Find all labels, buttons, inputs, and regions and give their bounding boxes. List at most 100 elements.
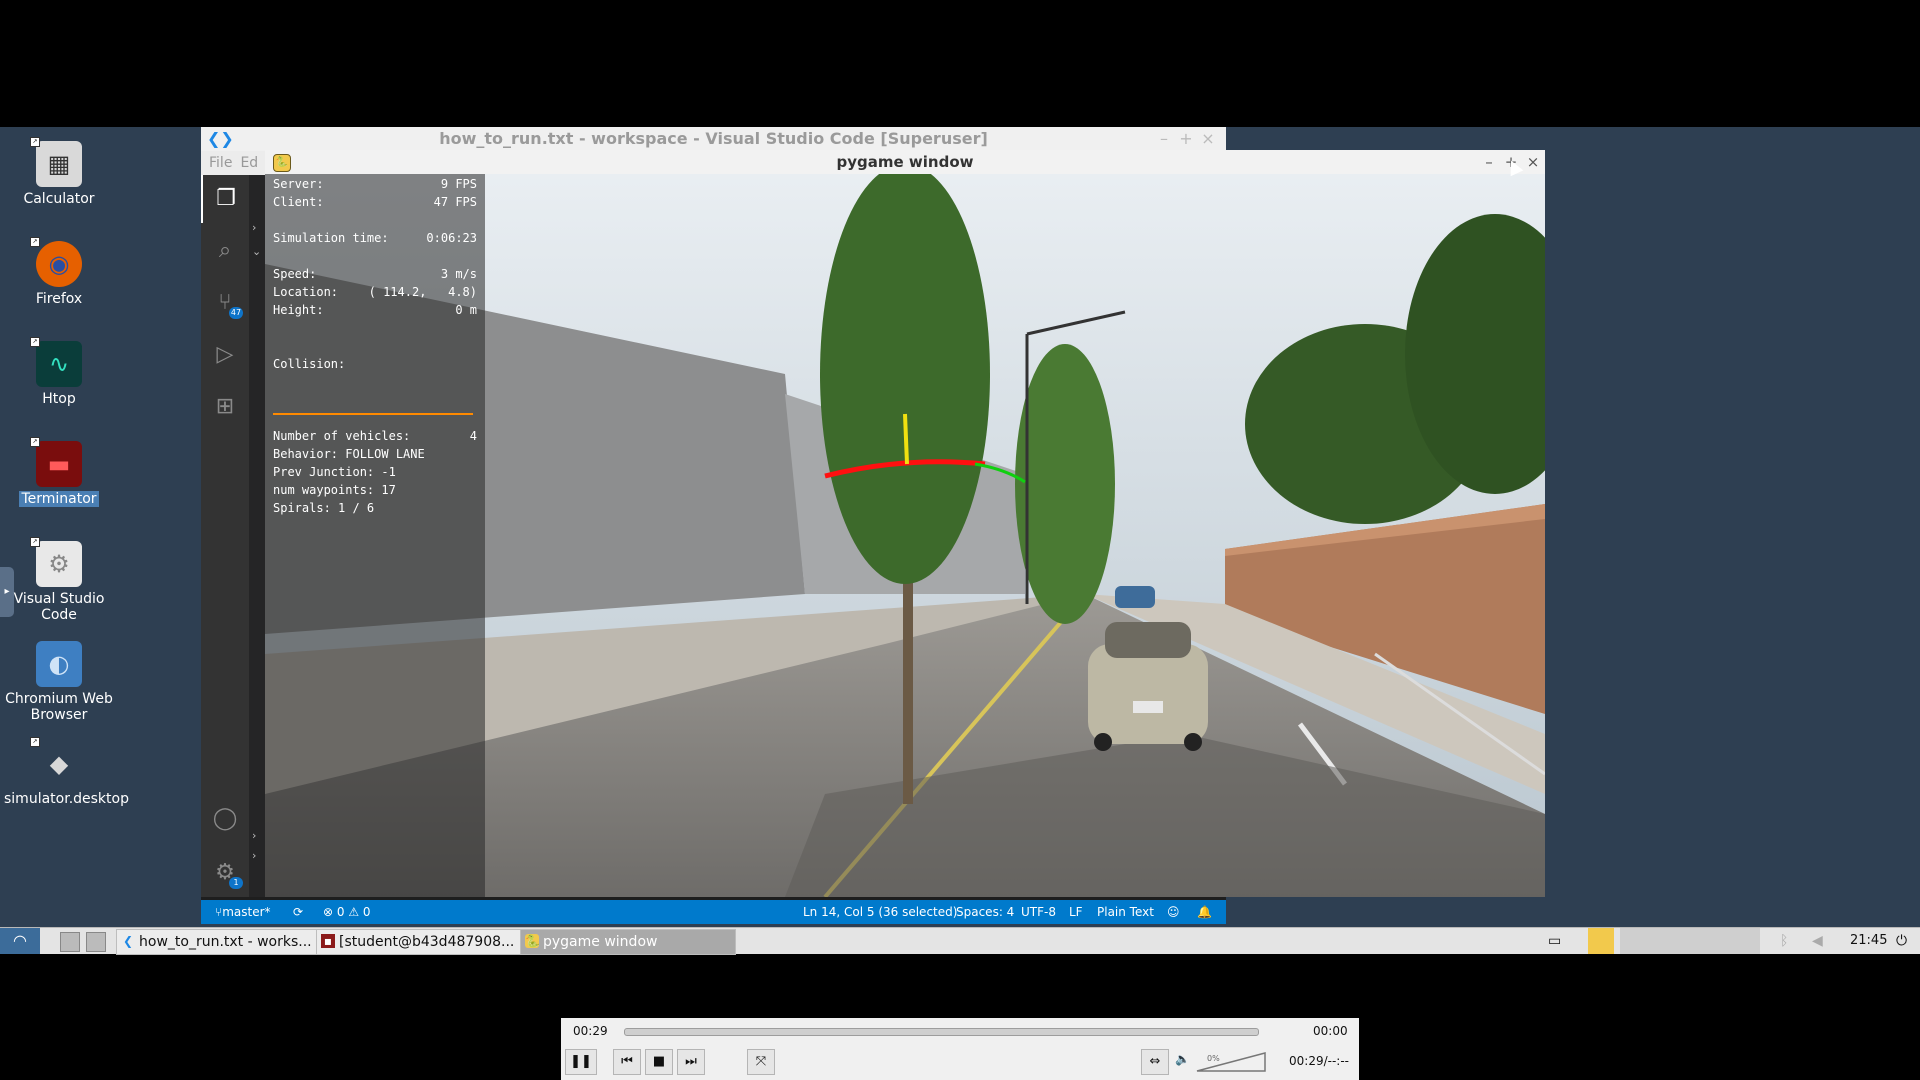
desktop-icon-label: Firefox [35,291,83,307]
show-desktop-icon[interactable] [60,932,80,952]
time-counter: 00:29/--:-- [1289,1054,1349,1068]
indentation[interactable]: Spaces: 4 [956,900,1014,924]
volume-level: 0% [1207,1054,1220,1063]
chromium-icon: ◐ [36,641,82,687]
hud-height: Height: 0 m [273,303,477,317]
taskbar-item-vscode[interactable]: ❮ how_to_run.txt - works... [116,929,336,955]
language-mode[interactable]: Plain Text [1097,900,1154,924]
desktop-icon-simulator[interactable]: ↗ ◆ simulator.desktop [4,735,129,807]
menu-edit[interactable]: Ed [240,155,258,171]
problems-indicator[interactable]: ⊗ 0 ⚠ 0 [323,900,371,924]
desktop-icon-label: Calculator [23,191,95,207]
stop-button[interactable]: ■ [645,1049,673,1075]
minimize-icon[interactable]: – [1479,150,1499,174]
pygame-window-title: pygame window [836,153,974,171]
feedback-icon[interactable]: ☺ [1167,900,1180,924]
close-icon[interactable]: × [1523,150,1543,174]
speaker-icon[interactable]: 🔈 [1175,1052,1190,1066]
cpu-monitor [1620,928,1760,954]
notifications-bell-icon[interactable]: 🔔 [1197,900,1212,924]
media-player-controls: 00:29 00:00 ❚❚ ⏮ ■ ⏭ ⤧ ⇔ 🔈 0% 00:29/--:-… [561,1018,1359,1080]
source-control-icon[interactable]: ⑂ 47 [201,279,249,327]
vscode-icon: ❮ [122,934,134,948]
taskbar-item-pygame[interactable]: 🐍 pygame window [520,929,736,955]
explorer-icon[interactable]: ❐ [201,175,249,223]
pygame-window[interactable]: 🐍 pygame window – + × Server: 9 FPS Clie… [265,150,1545,897]
chevron-right-icon[interactable]: › [252,849,256,862]
hud-location: Location:( 114.2, 4.8) [273,285,477,299]
hud-junction: Prev Junction: -1 [273,465,396,479]
terminator-icon: ↗ ▬ [30,437,82,487]
terminal-icon: ▪ [321,934,335,948]
desktop-icon-firefox[interactable]: ↗ ◉ Firefox [4,235,114,307]
tray-pygame-icon[interactable] [1588,928,1614,954]
chevron-right-icon[interactable]: › [252,221,256,234]
start-menu-icon[interactable]: ◠ [0,928,40,954]
desktop-icon-label: Visual Studio Code [13,591,105,623]
seek-bar[interactable] [624,1028,1259,1036]
settings-gear-icon[interactable]: ⚙ 1 [201,849,249,897]
search-icon[interactable]: ⌕ [201,227,249,275]
next-button[interactable]: ⏭ [677,1049,705,1075]
maximize-icon[interactable]: + [1176,127,1196,151]
volume-slider[interactable]: 0% [1195,1051,1267,1073]
pygame-logo-icon: 🐍 [273,154,291,172]
close-icon[interactable]: × [1198,127,1218,151]
previous-button[interactable]: ⏮ [613,1049,641,1075]
chevron-right-icon[interactable]: › [252,829,256,842]
collision-graph [273,413,473,415]
clock: 21:45 [1850,933,1888,948]
desktop-icon-label: Chromium Web Browser [5,691,113,723]
hud-waypoints: num waypoints: 17 [273,483,396,497]
desktop-icon-terminator[interactable]: ↗ ▬ Terminator [4,435,114,507]
pygame-titlebar[interactable]: 🐍 pygame window – + × [265,150,1545,174]
volume-icon[interactable]: ◀ [1812,928,1830,954]
taskbar-item-terminal[interactable]: ▪ [student@b43d487908... [316,929,536,955]
vscode-desktop-icon: ↗ ⚙ [30,537,82,587]
simulator-icon: ↗ ◆ [30,737,82,787]
hud-spirals: Spirals: 1 / 6 [273,501,375,515]
branch-indicator[interactable]: ⑂ master* [215,900,271,924]
status-bar: ⑂ master* ⟳ ⊗ 0 ⚠ 0 Ln 14, Col 5 (36 sel… [201,900,1226,924]
sidebar-collapsed: › ⌄ › › [249,175,265,897]
account-icon[interactable]: ◯ [201,795,249,843]
firefox-icon: ↗ ◉ [30,237,82,287]
elapsed-time: 00:29 [573,1024,608,1038]
line-ending[interactable]: LF [1069,900,1083,924]
hud-behavior: Behavior: FOLLOW LANE [273,447,425,461]
cursor-position[interactable]: Ln 14, Col 5 (36 selected) [803,900,957,924]
vscode-titlebar[interactable]: ❮❯ how_to_run.txt - workspace - Visual S… [201,127,1226,151]
encoding[interactable]: UTF-8 [1021,900,1056,924]
desktop-icon-label: Terminator [19,491,99,507]
taskbar: ◠ ❮ how_to_run.txt - works... ▪ [student… [0,927,1920,955]
desktop-icon-htop[interactable]: ↗ ∿ Htop [4,335,114,407]
desktop-icon-label: simulator.desktop [4,791,129,807]
sync-icon[interactable]: ⟳ [293,900,303,924]
tray-window-icon[interactable]: ▭ [1548,928,1568,954]
vscode-window-title: how_to_run.txt - workspace - Visual Stud… [439,129,988,148]
bluetooth-icon[interactable]: ᛒ [1780,928,1794,954]
hud-vehicles: Number of vehicles: 4 [273,429,477,443]
hud-collision: Collision: [273,357,346,371]
power-icon[interactable]: ⏻ [1896,928,1914,954]
hud-client: Client: 47 FPS [273,195,477,209]
desktop-icon-chromium[interactable]: ◐ Chromium Web Browser [4,635,114,723]
run-debug-icon[interactable]: ▷ [201,331,249,379]
desktop-icon-vscode[interactable]: ↗ ⚙ Visual Studio Code [4,535,114,623]
pause-button[interactable]: ❚❚ [565,1049,597,1075]
pygame-icon: 🐍 [525,934,540,948]
vscode-logo-icon: ❮❯ [207,129,234,148]
simulation-view[interactable]: Server: 9 FPS Client: 47 FPS Simulation ti… [265,174,1545,897]
aspect-ratio-button[interactable]: ⇔ [1141,1049,1169,1075]
extensions-icon[interactable]: ⊞ [201,383,249,431]
minimize-icon[interactable]: – [1154,127,1174,151]
hud-panel: Server: 9 FPS Client: 47 FPS Simulation ti… [265,174,485,897]
chevron-down-icon[interactable]: ⌄ [252,245,261,258]
hud-simulation-time: Simulation time: 0:06:23 [273,231,477,245]
htop-icon: ↗ ∿ [30,337,82,387]
hud-server: Server: 9 FPS [273,177,477,191]
fullscreen-button[interactable]: ⤧ [747,1049,775,1075]
desktop-icon-calculator[interactable]: ↗ ▦ Calculator [4,135,114,207]
menu-file[interactable]: File [209,155,232,171]
file-manager-icon[interactable] [86,932,106,952]
